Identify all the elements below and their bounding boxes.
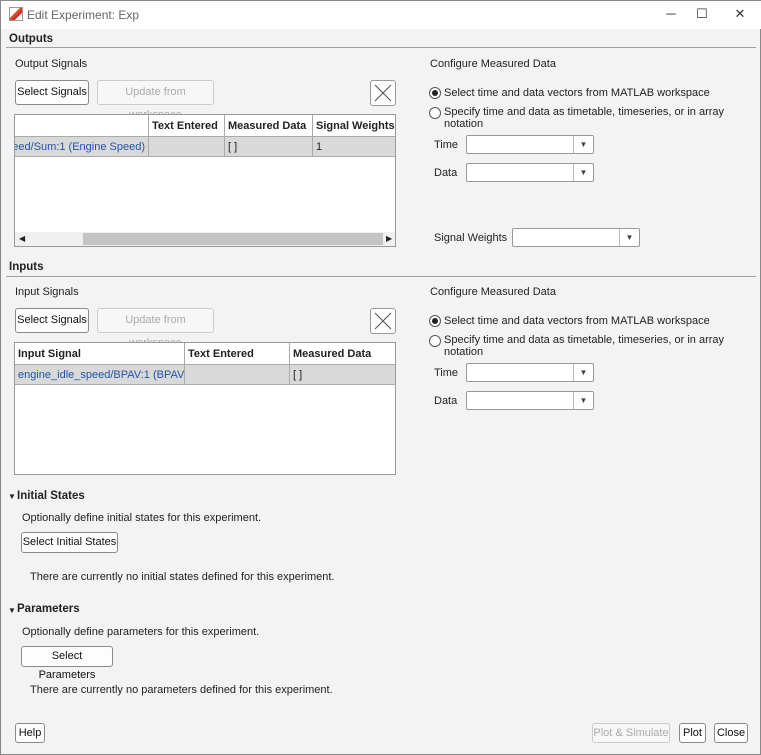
chevron-down-icon: ▼ bbox=[573, 392, 593, 409]
parameters-header[interactable]: Parameters bbox=[17, 603, 80, 615]
text-entered-cell[interactable] bbox=[149, 137, 225, 157]
radio-timetable[interactable] bbox=[429, 107, 441, 119]
chevron-down-icon: ▼ bbox=[619, 229, 639, 246]
radio-timetable-label[interactable]: Specify time and data as timetable, time… bbox=[444, 106, 760, 130]
update-from-workspace-button[interactable]: Update from workspace bbox=[97, 308, 214, 349]
close-icon bbox=[374, 312, 392, 330]
close-icon bbox=[374, 84, 392, 102]
scrollbar-thumb[interactable] bbox=[83, 233, 383, 245]
scroll-left-icon[interactable]: ◀ bbox=[19, 234, 25, 243]
initial-states-status: There are currently no initial states de… bbox=[30, 571, 335, 583]
chevron-down-icon: ▼ bbox=[573, 136, 593, 153]
signal-weights-cell[interactable]: 1 bbox=[313, 137, 395, 157]
signal-weights-dropdown[interactable]: ▼ bbox=[512, 228, 640, 247]
close-button[interactable]: Close bbox=[714, 723, 748, 743]
column-header[interactable] bbox=[15, 115, 149, 137]
column-header[interactable]: Signal Weights bbox=[313, 115, 395, 137]
parameters-description: Optionally define parameters for this ex… bbox=[22, 626, 260, 638]
signal-cell[interactable]: eed/Sum:1 (Engine Speed) bbox=[15, 137, 149, 157]
divider bbox=[6, 276, 756, 277]
radio-workspace[interactable] bbox=[429, 315, 441, 327]
window-title: Edit Experiment: Exp bbox=[27, 8, 140, 22]
minimize-button[interactable]: ─ bbox=[656, 4, 686, 24]
select-initial-states-button[interactable]: Select Initial States bbox=[21, 532, 118, 553]
column-header[interactable]: Text Entered bbox=[149, 115, 225, 137]
maximize-button[interactable]: ☐ bbox=[687, 4, 717, 24]
time-label: Time bbox=[434, 139, 459, 151]
measured-data-cell[interactable]: [ ] bbox=[225, 137, 313, 157]
data-label: Data bbox=[434, 395, 458, 407]
close-window-button[interactable]: ✕ bbox=[725, 4, 755, 24]
outputs-header: Outputs bbox=[9, 33, 54, 45]
data-dropdown[interactable]: ▼ bbox=[466, 391, 594, 410]
horizontal-scrollbar[interactable]: ◀ ▶ bbox=[15, 232, 395, 246]
time-dropdown[interactable]: ▼ bbox=[466, 135, 594, 154]
initial-states-description: Optionally define initial states for thi… bbox=[22, 512, 262, 524]
title-bar: Edit Experiment: Exp ─ ☐ ✕ bbox=[1, 1, 761, 29]
text-entered-cell[interactable] bbox=[185, 365, 290, 385]
radio-workspace-label[interactable]: Select time and data vectors from MATLAB… bbox=[444, 87, 710, 99]
input-signals-table[interactable]: Input Signal Text Entered Measured Data … bbox=[14, 342, 396, 475]
column-header[interactable]: Text Entered bbox=[185, 343, 290, 365]
measured-data-cell[interactable]: [ ] bbox=[290, 365, 395, 385]
remove-signal-button[interactable] bbox=[370, 308, 396, 334]
matlab-icon bbox=[9, 7, 23, 21]
update-from-workspace-button[interactable]: Update from workspace bbox=[97, 80, 214, 121]
signal-cell[interactable]: engine_idle_speed/BPAV:1 (BPAV) bbox=[15, 365, 185, 385]
collapse-triangle-icon[interactable]: ▼ bbox=[8, 492, 16, 501]
parameters-status: There are currently no parameters define… bbox=[30, 684, 333, 696]
signal-weights-label: Signal Weights bbox=[434, 232, 508, 244]
initial-states-header[interactable]: Initial States bbox=[17, 490, 85, 502]
column-header[interactable]: Measured Data bbox=[225, 115, 313, 137]
select-input-signals-button[interactable]: Select Signals bbox=[15, 308, 89, 333]
data-label: Data bbox=[434, 167, 458, 179]
remove-signal-button[interactable] bbox=[370, 80, 396, 106]
select-parameters-button[interactable]: Select Parameters bbox=[21, 646, 113, 681]
help-button[interactable]: Help bbox=[15, 723, 45, 743]
divider bbox=[6, 47, 756, 48]
configure-measured-data-label: Configure Measured Data bbox=[430, 58, 556, 70]
time-label: Time bbox=[434, 367, 459, 379]
select-output-signals-button[interactable]: Select Signals bbox=[15, 80, 89, 105]
radio-workspace[interactable] bbox=[429, 87, 441, 99]
radio-timetable[interactable] bbox=[429, 335, 441, 347]
chevron-down-icon: ▼ bbox=[573, 164, 593, 181]
collapse-triangle-icon[interactable]: ▼ bbox=[8, 606, 16, 615]
column-header[interactable]: Input Signal bbox=[15, 343, 185, 365]
configure-measured-data-label: Configure Measured Data bbox=[430, 286, 556, 298]
radio-workspace-label[interactable]: Select time and data vectors from MATLAB… bbox=[444, 315, 710, 327]
radio-timetable-label[interactable]: Specify time and data as timetable, time… bbox=[444, 334, 760, 358]
inputs-header: Inputs bbox=[9, 261, 44, 273]
plot-button[interactable]: Plot bbox=[679, 723, 706, 743]
data-dropdown[interactable]: ▼ bbox=[466, 163, 594, 182]
time-dropdown[interactable]: ▼ bbox=[466, 363, 594, 382]
output-signals-table[interactable]: Text Entered Measured Data Signal Weight… bbox=[14, 114, 396, 247]
scroll-right-icon[interactable]: ▶ bbox=[386, 234, 392, 243]
chevron-down-icon: ▼ bbox=[573, 364, 593, 381]
column-header[interactable]: Measured Data bbox=[290, 343, 395, 365]
output-signals-label: Output Signals bbox=[15, 58, 88, 70]
plot-simulate-button[interactable]: Plot & Simulate bbox=[592, 723, 670, 743]
input-signals-label: Input Signals bbox=[15, 286, 79, 298]
